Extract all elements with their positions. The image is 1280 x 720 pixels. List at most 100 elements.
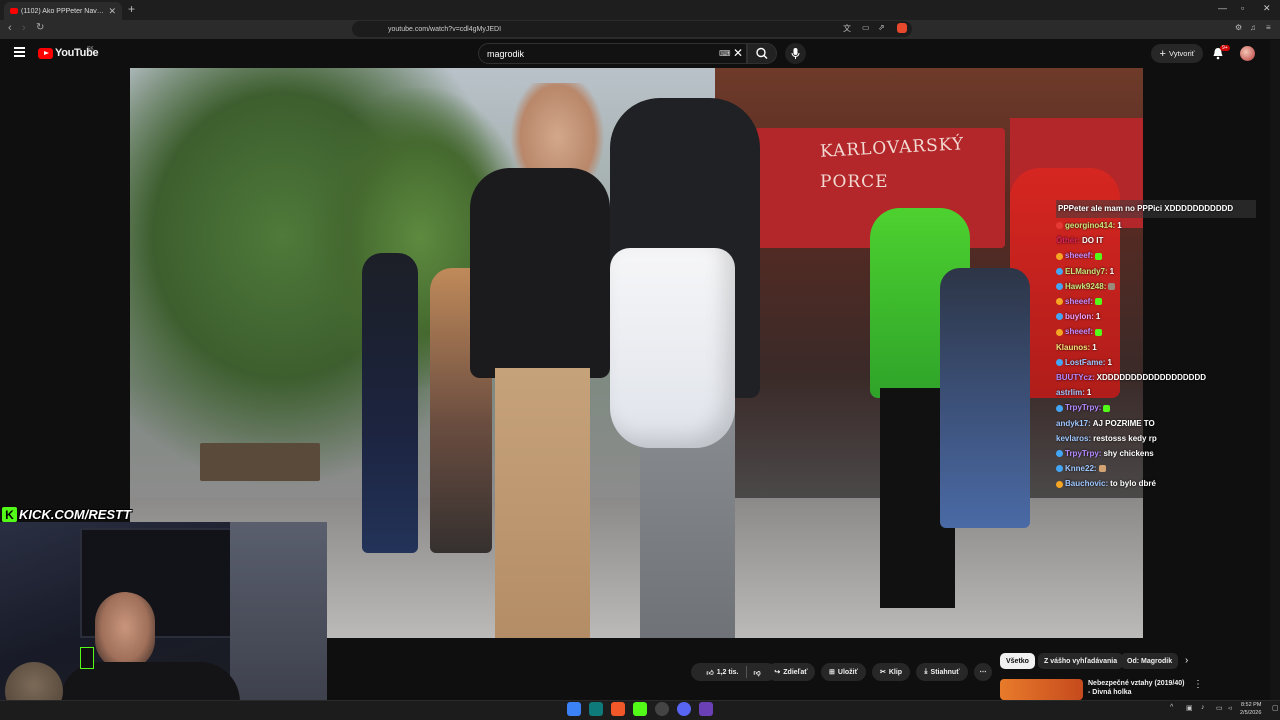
chat-text: 1: [1109, 266, 1115, 276]
extensions-icon[interactable]: ⚙: [1235, 23, 1242, 32]
chat-username[interactable]: sheeef:: [1065, 294, 1093, 309]
close-tab-icon[interactable]: ✕: [108, 6, 116, 17]
kick-app-icon[interactable]: [633, 702, 647, 716]
clear-search-icon[interactable]: ✕: [733, 46, 743, 60]
forward-icon[interactable]: ›: [22, 22, 26, 34]
tab-title: (1102) Ako PPPeter Navždy Z: [21, 7, 106, 15]
chat-emote-icon: [1095, 328, 1103, 336]
download-icon: ⤓: [924, 668, 928, 675]
address-bar[interactable]: youtube.com/watch?v=cdl4gMyJEDI: [352, 21, 912, 37]
obs-app-icon[interactable]: [655, 702, 669, 716]
dislike-button[interactable]: 👎︎: [754, 668, 761, 677]
search-button[interactable]: [747, 43, 777, 64]
tray-network-icon[interactable]: ▭: [1216, 704, 1223, 712]
streamer-webcam: [0, 522, 327, 720]
more-horizontal-icon: ⋯: [979, 669, 987, 676]
chat-username[interactable]: TrpyTrpy:: [1065, 446, 1101, 461]
chip-all[interactable]: Všetko: [1000, 653, 1035, 669]
download-button[interactable]: ⤓ Stiahnuť: [916, 663, 968, 681]
stream-chat-overlay: PPPeter ale mam no PPPici XDDDDDDDDDDD g…: [1056, 200, 1256, 492]
search-input[interactable]: magrodik: [478, 43, 747, 64]
related-video-thumbnail[interactable]: [1000, 679, 1083, 700]
create-button[interactable]: + Vytvoriť: [1151, 44, 1203, 63]
chat-username[interactable]: Knne22:: [1065, 461, 1097, 476]
back-icon[interactable]: ‹: [8, 22, 12, 34]
notification-center-icon[interactable]: ▢: [1272, 704, 1279, 712]
chat-username[interactable]: buylon:: [1065, 309, 1094, 324]
browser-menu-icon[interactable]: ≡: [1266, 23, 1271, 32]
chat-username[interactable]: Hawk9248:: [1065, 279, 1106, 294]
like-button[interactable]: 👍︎ 1,2 tis.: [706, 668, 738, 677]
minimize-icon[interactable]: —: [1218, 3, 1227, 13]
chat-username[interactable]: Klaunos:: [1056, 340, 1090, 355]
like-divider: [745, 666, 747, 678]
keyboard-icon[interactable]: ⌨: [719, 49, 731, 58]
microphone-icon: [791, 48, 800, 59]
chat-username[interactable]: georgino414:: [1065, 218, 1115, 233]
brave-shield-icon[interactable]: [897, 23, 907, 33]
chat-message: TrpyTrpy:: [1056, 400, 1256, 415]
share-button[interactable]: ↪ Zdieľať: [767, 663, 815, 681]
tray-app-icon[interactable]: ▣: [1186, 704, 1193, 712]
chat-badge-icon: [1056, 282, 1063, 290]
chat-message: andyk17: AJ POZRIME TO: [1056, 416, 1256, 431]
chat-username[interactable]: Bauchovic:: [1065, 476, 1108, 491]
chip-from-channel[interactable]: Od: Magrodik: [1121, 653, 1179, 669]
share-page-icon[interactable]: ⇗: [878, 23, 885, 32]
chat-username[interactable]: sheeef:: [1065, 248, 1093, 263]
close-window-icon[interactable]: ✕: [1263, 3, 1271, 14]
tray-mic-icon[interactable]: ♪: [1201, 704, 1205, 711]
save-button[interactable]: ⊞ Uložiť: [821, 663, 866, 681]
chat-text: 1: [1095, 312, 1101, 322]
chat-text: XDDDDDDDDDDDDDDDDDD: [1096, 373, 1206, 383]
chat-badge-icon: [1056, 404, 1063, 412]
more-actions-button[interactable]: ⋯: [974, 663, 992, 681]
thumbs-down-icon: 👎︎: [753, 669, 761, 677]
white-shopping-bag: [610, 248, 735, 448]
chat-message: Klaunos: 1: [1056, 340, 1256, 355]
man-leather-jacket: [470, 168, 610, 378]
terminal-app-icon[interactable]: [589, 702, 603, 716]
chips-next-icon[interactable]: ›: [1185, 655, 1188, 666]
clip-button[interactable]: ✂ Klip: [872, 663, 910, 681]
chat-username[interactable]: ELMandy7:: [1065, 264, 1108, 279]
chat-username[interactable]: BUUTYcz:: [1056, 370, 1095, 385]
chat-username[interactable]: TrpyTrpy:: [1065, 400, 1101, 415]
cast-icon[interactable]: ▭: [862, 23, 870, 32]
chat-username[interactable]: sheeef:: [1065, 324, 1093, 339]
reload-icon[interactable]: ↻: [36, 22, 44, 33]
brave-browser-icon[interactable]: [611, 702, 625, 716]
chat-username[interactable]: kevlaros:: [1056, 431, 1091, 446]
maximize-icon[interactable]: ▫: [1241, 3, 1244, 13]
chat-text: shy chickens: [1103, 449, 1154, 459]
browser-tab[interactable]: (1102) Ako PPPeter Navždy Z ✕: [4, 2, 122, 20]
chat-badge-icon: [1056, 313, 1063, 321]
chip-from-search[interactable]: Z vášho vyhľadávania: [1038, 653, 1124, 669]
chat-badge-icon: [1056, 328, 1063, 336]
related-video-title[interactable]: Nebezpečné vztahy (2019/40) - Divná holk…: [1088, 679, 1188, 697]
kick-channel-text: KICK.COM/RESTT: [19, 507, 131, 522]
media-icon[interactable]: ♫: [1250, 23, 1256, 32]
chat-username[interactable]: andyk17:: [1056, 416, 1091, 431]
clock-date: 2/5/2026: [1240, 710, 1262, 716]
related-video-menu-icon[interactable]: ⋮: [1193, 679, 1203, 690]
chat-message: sheeef:: [1056, 248, 1256, 263]
voice-search-button[interactable]: [785, 43, 806, 64]
chat-badge-icon: [1056, 465, 1063, 473]
chat-username[interactable]: astrlim:: [1056, 385, 1085, 400]
windows-start-icon[interactable]: [567, 702, 581, 716]
page-scrollbar[interactable]: [1270, 40, 1280, 700]
chat-text: 1: [1107, 357, 1112, 367]
chat-username[interactable]: Ōthér:: [1056, 233, 1080, 248]
chat-username[interactable]: LostFame:: [1065, 355, 1105, 370]
translate-icon[interactable]: 文: [843, 23, 851, 34]
tray-overflow-icon[interactable]: ^: [1170, 704, 1173, 711]
new-tab-button[interactable]: +: [128, 2, 135, 16]
hamburger-menu-icon[interactable]: [14, 47, 25, 57]
tray-volume-icon[interactable]: ◃: [1228, 704, 1232, 712]
streaming-app-icon[interactable]: [699, 702, 713, 716]
taskbar-clock[interactable]: 8:52 PM 2/5/2026: [1240, 701, 1261, 717]
discord-app-icon[interactable]: [677, 702, 691, 716]
youtube-logo-icon[interactable]: [38, 48, 53, 59]
account-avatar[interactable]: [1240, 46, 1255, 61]
